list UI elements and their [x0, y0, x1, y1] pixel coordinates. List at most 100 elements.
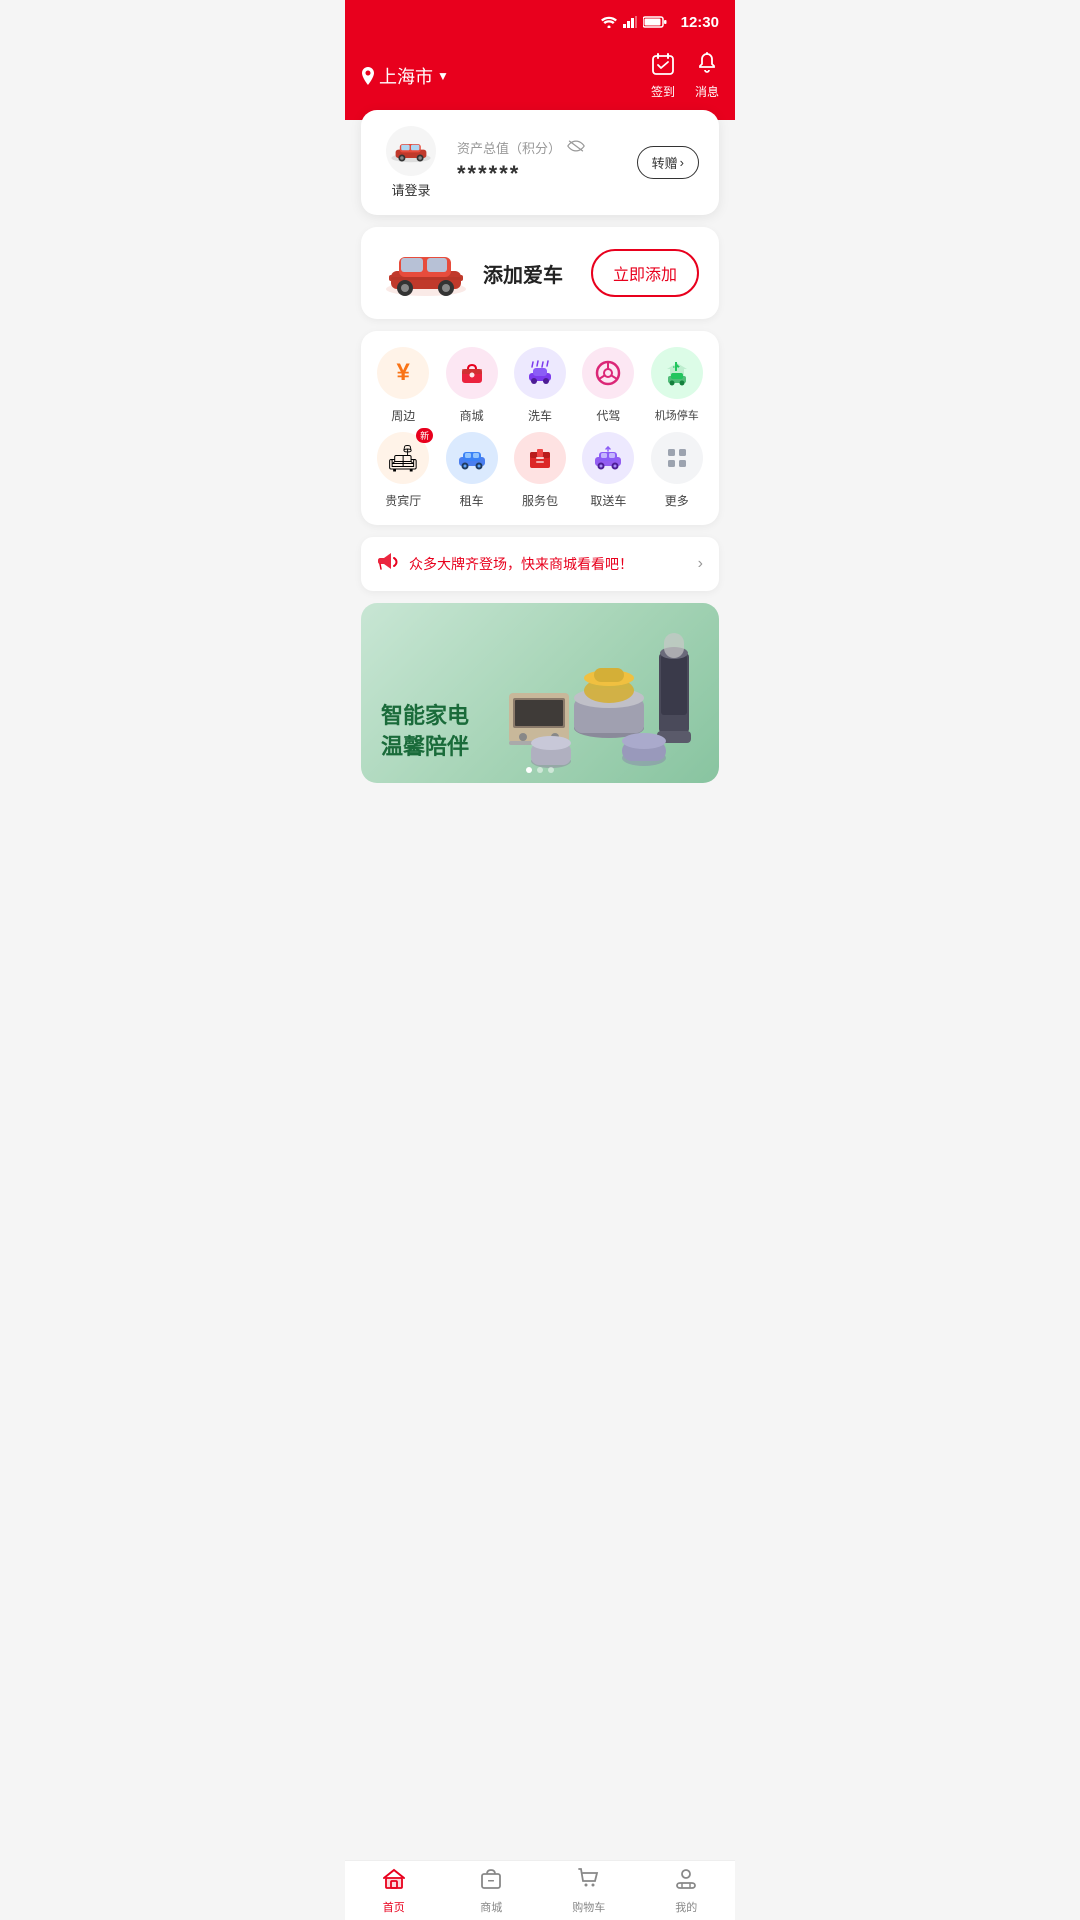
battery-icon [643, 16, 667, 28]
bell-icon [695, 52, 719, 76]
nav-profile-icon [674, 1866, 698, 1896]
service-nearby[interactable]: ¥ 周边 [369, 347, 437, 424]
city-name: 上海市 [379, 63, 433, 89]
services-grid: ¥ 周边 商城 [361, 331, 719, 525]
message-label: 消息 [695, 83, 719, 100]
mall-label: 商城 [460, 407, 484, 424]
dot-3 [548, 767, 554, 773]
red-car-icon [381, 243, 471, 298]
rental-car-icon [456, 445, 488, 471]
service-carwash[interactable]: 洗车 [506, 347, 574, 424]
nav-cart[interactable]: 购物车 [540, 1861, 638, 1920]
service-package[interactable]: 服务包 [506, 432, 574, 509]
asset-label: 资产总值（积分） [457, 138, 621, 157]
message-button[interactable]: 消息 [695, 52, 719, 100]
package-label: 服务包 [522, 492, 558, 509]
calendar-check-icon [651, 52, 675, 76]
service-rental[interactable]: 租车 [437, 432, 505, 509]
add-car-button[interactable]: 立即添加 [591, 249, 699, 297]
avatar-area[interactable]: 请登录 [381, 126, 441, 199]
more-label: 更多 [665, 492, 689, 509]
nav-mall-icon [479, 1866, 503, 1896]
vip-icon-wrap: 🛋 新 [377, 432, 429, 484]
airport-label: 机场停车 [655, 407, 699, 423]
nav-profile-label: 我的 [675, 1899, 697, 1915]
banner-text: 智能家电 温馨陪伴 [381, 701, 469, 763]
more-icon-wrap [651, 432, 703, 484]
mall-icon-wrap [446, 347, 498, 399]
nearby-label: 周边 [391, 407, 415, 424]
service-vip[interactable]: 🛋 新 贵宾厅 [369, 432, 437, 509]
mall-bag-icon [458, 359, 486, 387]
checkin-button[interactable]: 签到 [651, 52, 675, 100]
nav-mall[interactable]: 商城 [443, 1861, 541, 1920]
carwash-icon [525, 359, 555, 387]
add-car-title: 添加爱车 [483, 259, 579, 288]
status-bar: 12:30 [345, 0, 735, 44]
signal-icon [623, 16, 637, 28]
rental-label: 租车 [460, 492, 484, 509]
nav-cart-icon [577, 1866, 601, 1896]
airport-car-icon [662, 359, 692, 387]
message-icon [695, 52, 719, 80]
service-airport[interactable]: 机场停车 [643, 347, 711, 424]
service-more[interactable]: 更多 [643, 432, 711, 509]
header-actions: 签到 消息 [651, 52, 719, 100]
location-selector[interactable]: 上海市 ▼ [361, 63, 449, 89]
app-header: 上海市 ▼ 签到 [345, 44, 735, 120]
nav-mall-label: 商城 [480, 1899, 502, 1915]
pickup-icon-wrap [582, 432, 634, 484]
time-display: 12:30 [681, 14, 719, 31]
nav-cart-label: 购物车 [572, 1899, 605, 1915]
add-car-icon [381, 243, 471, 303]
appliances-svg [499, 603, 719, 773]
account-card: 请登录 资产总值（积分） ****** 转赠 › [361, 110, 719, 215]
service-driver[interactable]: 代驾 [574, 347, 642, 424]
location-icon [361, 67, 375, 85]
announcement-text: 众多大牌齐登场，快来商城看看吧！ [409, 554, 688, 574]
announcement-icon [377, 551, 399, 577]
vip-label: 贵宾厅 [385, 492, 421, 509]
banner-products [499, 603, 719, 783]
more-grid-icon [663, 444, 691, 472]
dot-2 [537, 767, 543, 773]
nav-profile[interactable]: 我的 [638, 1861, 736, 1920]
speaker-icon [377, 551, 399, 571]
rental-icon-wrap [446, 432, 498, 484]
promo-banner[interactable]: 智能家电 温馨陪伴 [361, 603, 719, 783]
wifi-icon [601, 16, 617, 28]
service-pickup[interactable]: 取送车 [574, 432, 642, 509]
checkin-icon [651, 52, 675, 80]
new-badge: 新 [416, 428, 433, 443]
home-icon [382, 1866, 406, 1896]
dot-1 [526, 767, 532, 773]
checkin-label: 签到 [651, 83, 675, 100]
carwash-label: 洗车 [528, 407, 552, 424]
airport-icon-wrap [651, 347, 703, 399]
nav-home[interactable]: 首页 [345, 1861, 443, 1920]
driver-icon-wrap [582, 347, 634, 399]
bottom-navigation: 首页 商城 购物车 [345, 1860, 735, 1920]
asset-value: ****** [457, 161, 621, 187]
carwash-icon-wrap [514, 347, 566, 399]
pickup-car-icon [592, 445, 624, 471]
eye-icon[interactable] [567, 140, 585, 155]
pickup-label: 取送车 [590, 492, 626, 509]
account-info: 资产总值（积分） ****** [457, 138, 621, 187]
steering-icon [593, 359, 623, 387]
car-avatar-icon [390, 137, 432, 165]
dropdown-arrow: ▼ [437, 69, 449, 83]
package-icon-wrap [514, 432, 566, 484]
announcement-bar[interactable]: 众多大牌齐登场，快来商城看看吧！ › [361, 537, 719, 591]
service-mall[interactable]: 商城 [437, 347, 505, 424]
add-car-card: 添加爱车 立即添加 [361, 227, 719, 319]
announcement-arrow: › [698, 555, 703, 573]
nav-home-label: 首页 [383, 1899, 405, 1915]
driver-label: 代驾 [596, 407, 620, 424]
avatar [386, 126, 436, 176]
transfer-button[interactable]: 转赠 › [637, 146, 699, 179]
service-pkg-icon [526, 444, 554, 472]
nearby-icon-wrap: ¥ [377, 347, 429, 399]
banner-dots [526, 767, 554, 773]
login-prompt: 请登录 [391, 180, 430, 199]
